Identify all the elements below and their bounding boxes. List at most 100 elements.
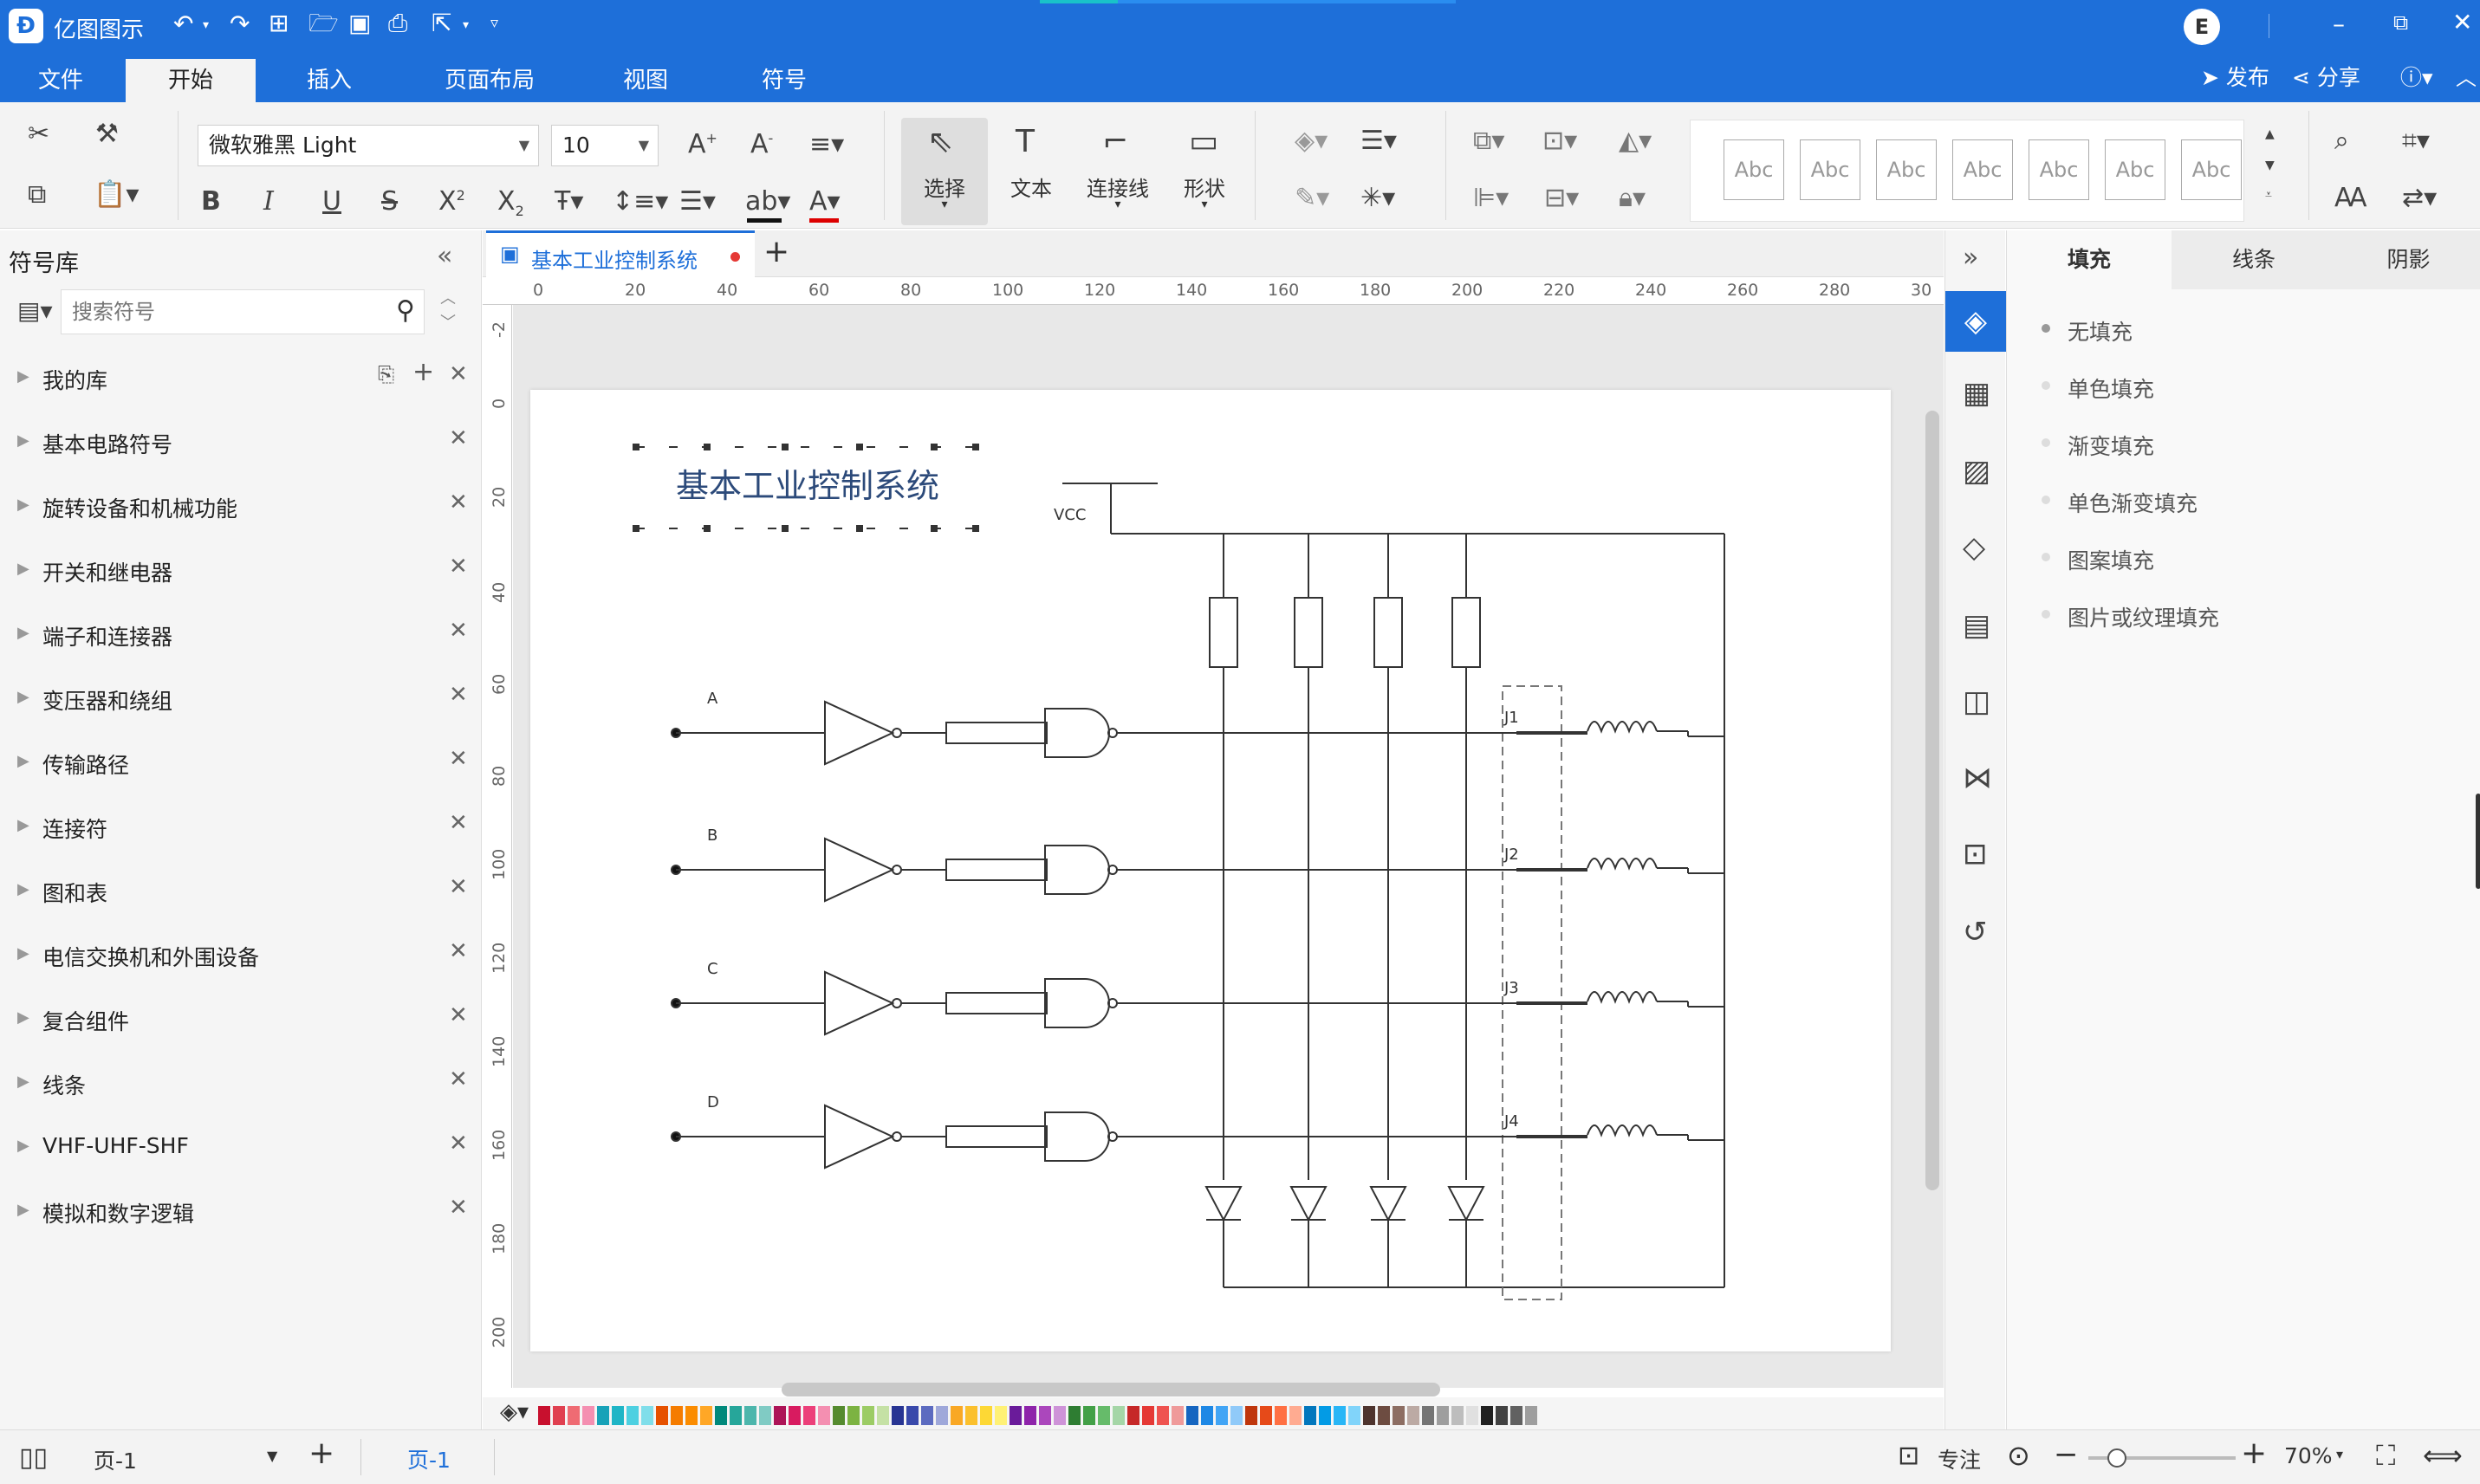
document-tab[interactable]: ▣ 基本工业控制系统	[486, 230, 755, 277]
undo-icon[interactable]: ↶	[173, 12, 193, 36]
style-sample[interactable]: Abc	[1724, 139, 1784, 200]
diode[interactable]	[1289, 1186, 1328, 1222]
color-swatch[interactable]	[1319, 1406, 1331, 1425]
flip-icon[interactable]: ◭▾	[1619, 128, 1652, 154]
save-icon[interactable]: ▣	[348, 11, 371, 36]
relay-coil[interactable]	[1587, 721, 1658, 734]
color-swatch[interactable]	[1054, 1406, 1066, 1425]
menu-tab-insert[interactable]: 插入	[290, 59, 368, 102]
library-category-item[interactable]: ▶ 电信交换机和外围设备 ✕	[0, 923, 482, 988]
library-category-item[interactable]: ▶ 模拟和数字逻辑 ✕	[0, 1180, 482, 1244]
cut-icon[interactable]: ✂	[28, 121, 49, 147]
relay-coil[interactable]	[1587, 1124, 1658, 1137]
resistor[interactable]	[1294, 597, 1323, 668]
style-sample[interactable]: Abc	[1800, 139, 1860, 200]
strikethrough-icon[interactable]: S	[381, 189, 398, 215]
and-gate[interactable]	[1044, 978, 1118, 1028]
grid-icon[interactable]: ▦	[1963, 376, 1990, 411]
spell-check-icon[interactable]: Ꜳ	[2334, 185, 2367, 211]
color-swatch[interactable]	[995, 1406, 1007, 1425]
color-swatch[interactable]	[700, 1406, 712, 1425]
color-swatch[interactable]	[847, 1406, 860, 1425]
play-icon[interactable]: ⊙	[2007, 1439, 2030, 1472]
color-swatch[interactable]	[759, 1406, 771, 1425]
logic-row[interactable]	[671, 970, 1724, 1036]
close-icon[interactable]: ✕	[449, 554, 468, 580]
symbol-search-box[interactable]: ⚲	[61, 289, 425, 334]
color-swatch[interactable]	[1525, 1406, 1537, 1425]
find-replace-icon[interactable]: ⌕	[2334, 128, 2349, 154]
zoom-out-icon[interactable]: −	[2054, 1437, 2079, 1472]
bullet-list-icon[interactable]: ☰▾	[679, 189, 716, 215]
color-swatch[interactable]	[965, 1406, 977, 1425]
input-label[interactable]: B	[707, 826, 717, 845]
not-gate[interactable]	[824, 970, 902, 1036]
expand-arrow-icon[interactable]: ▶	[17, 624, 29, 642]
fit-width-icon[interactable]: ⟺	[2423, 1439, 2463, 1472]
color-swatch[interactable]	[1186, 1406, 1198, 1425]
publish-button[interactable]: ➤ 发布	[2201, 61, 2269, 92]
color-swatch[interactable]	[877, 1406, 889, 1425]
menu-tab-home[interactable]: 开始	[126, 59, 256, 102]
layout-icon[interactable]: ◫	[1963, 684, 1990, 719]
panel-resize-handle[interactable]	[2476, 794, 2480, 889]
page-tab[interactable]: 页-1	[407, 1443, 451, 1474]
expand-arrow-icon[interactable]: ▶	[17, 816, 29, 834]
diagram-title[interactable]: 基本工业控制系统	[676, 467, 939, 505]
color-swatch[interactable]	[1142, 1406, 1154, 1425]
tab-line[interactable]: 线条	[2172, 230, 2336, 289]
vertical-scrollbar[interactable]	[1925, 411, 1939, 1190]
color-swatch[interactable]	[921, 1406, 933, 1425]
resistor-diode-column[interactable]	[1447, 534, 1485, 1287]
zoom-slider[interactable]	[2088, 1448, 2236, 1468]
color-swatch[interactable]	[1127, 1406, 1139, 1425]
logic-row[interactable]	[671, 700, 1724, 766]
and-gate[interactable]	[1044, 708, 1118, 758]
export-dropdown-icon[interactable]: ▾	[463, 19, 469, 31]
color-swatch[interactable]	[1378, 1406, 1390, 1425]
subscript-icon[interactable]: X2	[497, 189, 524, 218]
color-swatch[interactable]	[1024, 1406, 1036, 1425]
help-icon[interactable]: ⓘ▾	[2400, 61, 2433, 92]
fill-option[interactable]: 图片或纹理填充	[2042, 601, 2219, 632]
color-swatch[interactable]	[803, 1406, 815, 1425]
color-swatch[interactable]	[1230, 1406, 1243, 1425]
library-category-item[interactable]: ▶ 复合组件 ✕	[0, 988, 482, 1052]
resistor-diode-column[interactable]	[1289, 534, 1328, 1287]
color-swatch[interactable]	[582, 1406, 594, 1425]
close-icon[interactable]: ✕	[449, 1131, 468, 1157]
relay-coil[interactable]	[1587, 858, 1658, 871]
color-swatch[interactable]	[1039, 1406, 1051, 1425]
not-gate[interactable]	[824, 700, 902, 766]
color-swatch[interactable]	[906, 1406, 919, 1425]
chevron-down-icon[interactable]: ▾	[2336, 1446, 2343, 1462]
color-swatch[interactable]	[892, 1406, 904, 1425]
color-swatch[interactable]	[597, 1406, 609, 1425]
text-tool-button[interactable]: T 文本	[997, 118, 1066, 225]
color-swatch[interactable]	[553, 1406, 565, 1425]
color-swatch[interactable]	[1201, 1406, 1213, 1425]
relay-coil[interactable]	[1587, 991, 1658, 1004]
layers-icon[interactable]: ◇	[1963, 530, 1985, 565]
fill-option[interactable]: 图案填充	[2042, 544, 2154, 575]
color-swatch[interactable]	[1451, 1406, 1464, 1425]
library-category-item[interactable]: ▶ VHF-UHF-SHF ✕	[0, 1116, 482, 1180]
relay-label[interactable]: J2	[1503, 846, 1519, 864]
increase-font-icon[interactable]: A+	[688, 132, 717, 158]
group-icon[interactable]: ⊡▾	[1542, 128, 1577, 154]
crop-icon[interactable]: ⌗▾	[2402, 128, 2430, 154]
tab-fill[interactable]: 填充	[2007, 230, 2172, 289]
color-swatch[interactable]	[538, 1406, 550, 1425]
color-swatch[interactable]	[1422, 1406, 1434, 1425]
zoom-slider-thumb[interactable]	[2107, 1448, 2126, 1468]
radio-icon[interactable]	[2042, 438, 2050, 447]
restore-icon[interactable]: ⧉	[2393, 12, 2408, 33]
color-swatch[interactable]	[1113, 1406, 1125, 1425]
undo-dropdown-icon[interactable]: ▾	[203, 19, 209, 31]
fill-option[interactable]: 单色填充	[2042, 373, 2154, 404]
color-swatch[interactable]	[951, 1406, 963, 1425]
diode[interactable]	[1369, 1186, 1407, 1222]
color-swatch[interactable]	[1289, 1406, 1302, 1425]
color-swatch[interactable]	[1172, 1406, 1184, 1425]
close-window-icon[interactable]: ✕	[2452, 10, 2472, 35]
